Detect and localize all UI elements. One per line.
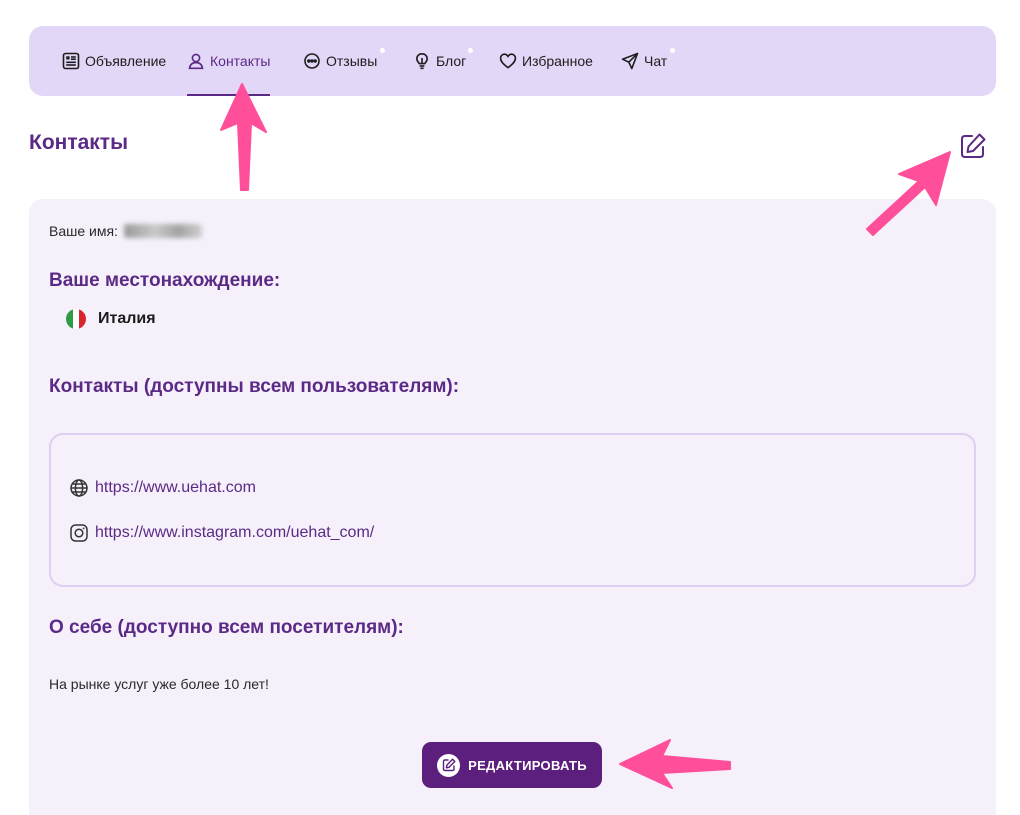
tab-contacts-label: Контакты	[210, 53, 271, 69]
tab-contacts[interactable]: Контакты	[187, 26, 271, 96]
pencil-icon	[442, 758, 456, 772]
send-icon	[621, 52, 639, 70]
tab-chat-badge	[670, 48, 675, 53]
tab-reviews-label: Отзывы	[326, 53, 378, 69]
tab-listing[interactable]: Объявление	[62, 26, 166, 96]
name-value-blurred	[123, 224, 202, 238]
edit-button-icon	[437, 753, 461, 777]
website-url: https://www.uehat.com	[95, 479, 256, 496]
location-heading: Ваше местонахождение:	[49, 270, 281, 291]
profile-card: Ваше имя: Ваше местонахождение: Италия К…	[29, 199, 996, 815]
page-title: Контакты	[29, 131, 129, 154]
tab-reviews-badge	[380, 48, 385, 53]
edit-button[interactable]: РЕДАКТИРОВАТЬ	[422, 742, 602, 788]
tab-blog[interactable]: Блог	[413, 26, 466, 96]
name-row: Ваше имя:	[49, 223, 202, 239]
edit-profile-icon-button[interactable]	[958, 131, 988, 161]
edit-button-label: РЕДАКТИРОВАТЬ	[468, 757, 587, 773]
arrow-to-contacts-tab	[220, 83, 267, 191]
country-name: Италия	[98, 310, 156, 327]
instagram-link[interactable]: https://www.instagram.com/uehat_com/	[69, 523, 374, 543]
italy-flag-icon	[66, 309, 86, 329]
user-icon	[188, 53, 204, 70]
tab-listing-label: Объявление	[85, 53, 167, 69]
contacts-heading: Контакты (доступны всем пользователям):	[49, 376, 460, 397]
website-link[interactable]: https://www.uehat.com	[69, 478, 256, 498]
tab-reviews[interactable]: Отзывы	[303, 26, 377, 96]
about-text: На рынке услуг уже более 10 лет!	[49, 676, 269, 692]
edit-icon	[961, 133, 986, 158]
about-heading: О себе (доступно всем посетителям):	[49, 617, 404, 638]
tab-blog-badge	[468, 48, 473, 53]
heart-icon	[499, 53, 517, 69]
tab-favorites[interactable]: Избранное	[499, 26, 593, 96]
contacts-box: https://www.uehat.com https://www.instag…	[49, 433, 976, 587]
listing-icon	[62, 52, 80, 70]
instagram-url: https://www.instagram.com/uehat_com/	[95, 524, 375, 541]
chat-icon	[304, 53, 320, 69]
profile-nav: Объявление Контакты Отзывы Блог Избранно…	[29, 26, 996, 96]
tab-favorites-label: Избранное	[522, 53, 593, 69]
tab-chat-label: Чат	[644, 53, 668, 69]
globe-icon	[70, 479, 88, 497]
tab-blog-label: Блог	[436, 53, 467, 69]
location-row: Италия	[66, 309, 156, 329]
instagram-icon	[70, 524, 88, 542]
tab-chat[interactable]: Чат	[621, 26, 667, 96]
lightbulb-icon	[415, 52, 429, 70]
name-label: Ваше имя:	[49, 223, 118, 239]
